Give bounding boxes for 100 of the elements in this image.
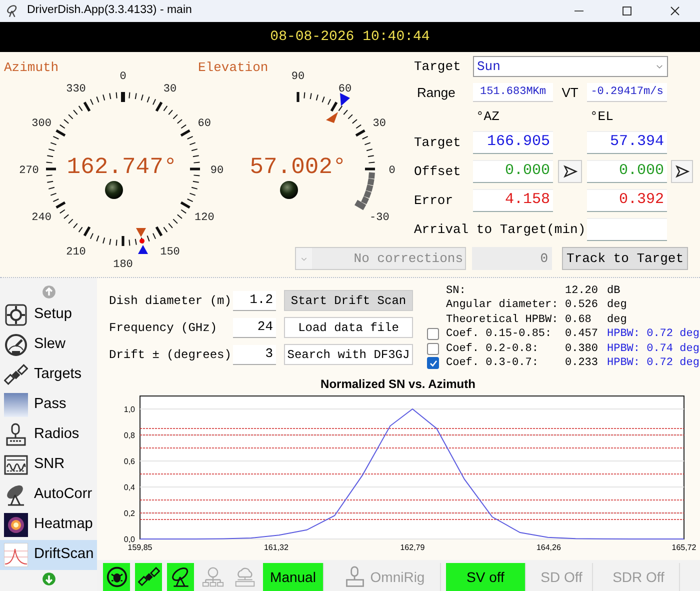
stat-value: 0.68 [565,312,592,328]
stat-value: 0.233 [565,356,600,370]
field-label: Arrival to Target(min) [413,220,587,239]
dial-label: 270 [19,165,39,177]
tick-label: 0,4 [124,483,135,492]
beam-width-text: HPBW: 0.74 deg [607,342,700,356]
gear-icon [4,303,28,327]
satellite-icon [4,363,28,387]
stat-unit: dB [607,284,620,298]
chart-title: Normalized SN vs. Azimuth [320,377,476,391]
checkbox[interactable] [427,342,439,355]
dial-label: 0 [388,165,396,177]
tick-label: 1,0 [124,405,135,414]
stat-label: Coef. 0.15-0.85: [446,327,553,342]
gauge-icon [4,333,28,357]
number-field[interactable]: 3 [233,344,276,364]
number-field[interactable]: 24 [233,318,276,338]
elevation-field[interactable]: 0.000 [587,160,667,183]
azimuth-field[interactable]: 4.158 [473,189,553,212]
microphone-icon [4,423,28,447]
target-dropdown[interactable]: Sun [473,56,668,77]
field-label: Target [413,58,462,76]
glow-icon [4,513,28,537]
sidebar-item[interactable]: Heatmap [0,510,97,540]
arrival-field[interactable] [587,218,667,241]
stat-label: Coef. 0.3-0.7: [446,356,540,370]
field-label: VT [560,84,580,102]
field-label: Drift ± (degrees) [108,346,232,364]
sidebar-item[interactable]: SNR [0,450,97,480]
sidebar-item[interactable]: Setup [0,300,97,330]
arrow-down-icon[interactable] [42,572,56,586]
send-icon [562,164,578,179]
number-field[interactable]: 1.2 [233,290,276,310]
sidebar-item[interactable]: Slew [0,330,97,360]
dial-label: 60 [338,84,352,96]
count-field[interactable]: 0 [472,247,552,270]
beam-width-text: HPBW: 0.72 deg [607,327,700,342]
sidebar-item[interactable]: AutoCorr [0,480,97,510]
dial-label: 330 [66,84,86,96]
range-field[interactable]: 151.683MKm [473,83,553,102]
send-icon [674,164,690,179]
microphone-icon [344,566,366,588]
chevron-down-icon [655,62,664,71]
close-icon[interactable] [669,5,681,17]
sky-gradient-icon [4,393,28,417]
tick-label: 159,85 [128,543,152,552]
field-label: Frequency (GHz) [108,320,218,336]
toolbar-button[interactable]: SV off [446,563,526,591]
dial-label: 0 [120,71,126,83]
sidebar-item[interactable]: Pass [0,390,97,420]
stat-value: 0.526 [565,298,600,313]
action-button[interactable]: Load data file [284,317,413,338]
tick-label: 165,72 [672,543,696,552]
tick-label: 0,6 [124,457,135,466]
track-button[interactable]: Track to Target [562,247,688,270]
sidebar-item[interactable]: DriftScan [0,540,97,570]
checkbox[interactable] [427,357,439,370]
dial-label: 240 [32,212,52,224]
sidebar-item[interactable]: Targets [0,360,97,390]
toolbar-button[interactable]: Manual [263,563,324,591]
send-button[interactable] [671,160,693,183]
velocity-field[interactable]: -0.29417m/s [587,83,667,102]
field-label: Range [416,84,456,102]
toolbar-button[interactable] [167,563,194,591]
ball-icon [105,181,123,199]
azimuth-field[interactable]: 0.000 [473,160,553,183]
dropdown-value: No corrections [312,248,465,269]
field-label: Dish diameter (m) [108,292,232,310]
dial-label: 180 [113,259,133,271]
field-label: Offset [413,162,462,181]
peak-plot-icon [4,543,28,567]
stat-label: Coef. 0.2-0.8: [446,342,540,356]
ball-icon [280,181,298,199]
toolbar-button[interactable] [103,563,130,591]
elevation-field[interactable]: 0.392 [587,189,667,212]
gauge-title: Azimuth [4,60,59,75]
window-title: DriverDish.App(3.3.4133) - main [27,3,192,18]
tick-label: 0,8 [124,431,135,440]
send-button[interactable] [558,160,582,183]
dropdown-value: Sun [477,58,502,76]
azimuth-field[interactable]: 166.905 [473,131,553,154]
stat-value: 0.380 [565,342,600,356]
stat-value: 0.457 [565,327,600,342]
toolbar-button[interactable] [135,563,162,591]
action-button[interactable]: Search with DF3GJ [284,344,413,365]
clock-text: 08-08-2026 10:40:44 [270,28,430,46]
dial-label: 300 [32,118,52,130]
elevation-field[interactable]: 57.394 [587,131,667,154]
dial-label: 30 [163,84,177,96]
stat-unit: deg [607,312,627,328]
action-button[interactable]: Start Drift Scan [284,290,413,311]
waveform-icon [4,453,28,477]
dial-label: 90 [210,165,224,177]
maximize-icon[interactable] [621,5,633,17]
stat-label: Angular diameter: [446,298,560,313]
tick-label: 162,79 [400,543,425,552]
column-header: °EL [590,108,614,126]
sidebar-item[interactable]: Radios [0,420,97,450]
dial-label: 90 [291,71,305,83]
checkbox[interactable] [427,328,439,340]
